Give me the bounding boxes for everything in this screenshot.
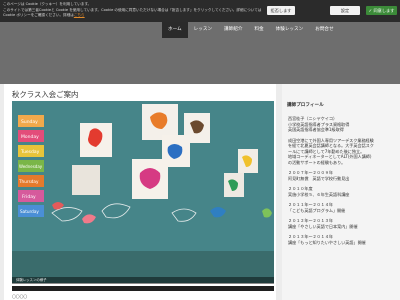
classroom-illustration: Sunday Monday Tuesday Wednesday Thursday…: [12, 101, 274, 283]
photo-pager[interactable]: [12, 286, 274, 291]
check-icon: ✓: [368, 8, 373, 13]
sidebar-title: 講師プロフィール: [287, 103, 324, 108]
day-card-sunday: Sunday: [21, 119, 38, 125]
day-card-friday: Friday: [22, 194, 36, 200]
cookie-reject-button[interactable]: 拒否します: [267, 6, 295, 15]
profile-line: 講座「もっと知りたいやさしい英語」開催: [288, 239, 366, 245]
cookie-notice-text: このページは Cookie（クッキー）を利用しています。 このサイトでは第三者C…: [3, 2, 268, 19]
cookie-accept-button[interactable]: ✓ 同意します: [366, 6, 397, 15]
nav-item-lesson[interactable]: レッスン: [188, 22, 218, 38]
nav-item-instructor[interactable]: 講師紹介: [218, 22, 248, 38]
nav-item-trial-lesson[interactable]: 体験レッスン: [270, 22, 310, 38]
photo-caption: 体験レッスンの様子: [12, 277, 274, 284]
content-footer-text: 〇〇〇〇: [12, 294, 28, 299]
nav-item-pricing[interactable]: 料金: [248, 22, 269, 38]
cookie-line-3: Cookie ポリシーをご確認ください。詳細は: [3, 13, 74, 18]
day-card-wednesday: Wednesday: [19, 164, 43, 169]
main-navigation: ホーム レッスン 講師紹介 料金 体験レッスン お問合せ: [162, 22, 340, 38]
day-card-saturday: Saturday: [20, 209, 39, 214]
page-title: 秋クラス入会ご案内: [12, 90, 79, 99]
cookie-consent-bar: このページは Cookie（クッキー）を利用しています。 このサイトでは第三者C…: [0, 0, 400, 22]
day-card-thursday: Thursday: [18, 179, 39, 184]
days-of-week-cards: Sunday Monday Tuesday Wednesday Thursday…: [18, 115, 44, 217]
cookie-policy-link[interactable]: こちら: [74, 13, 85, 17]
classroom-photo: Sunday Monday Tuesday Wednesday Thursday…: [12, 101, 274, 283]
cookie-settings-button[interactable]: 設定: [330, 6, 360, 15]
day-card-monday: Monday: [21, 134, 39, 140]
nav-item-contact[interactable]: お問合せ: [309, 22, 339, 38]
nav-item-home[interactable]: ホーム: [162, 22, 188, 38]
day-card-tuesday: Tuesday: [20, 149, 40, 155]
instructor-profile: 西宮桂子（ニシヤケイコ） 小学校英語指導者プラス資格取得 英国英語指導者協会準1…: [288, 116, 398, 245]
cookie-accept-label: 同意します: [373, 8, 395, 13]
